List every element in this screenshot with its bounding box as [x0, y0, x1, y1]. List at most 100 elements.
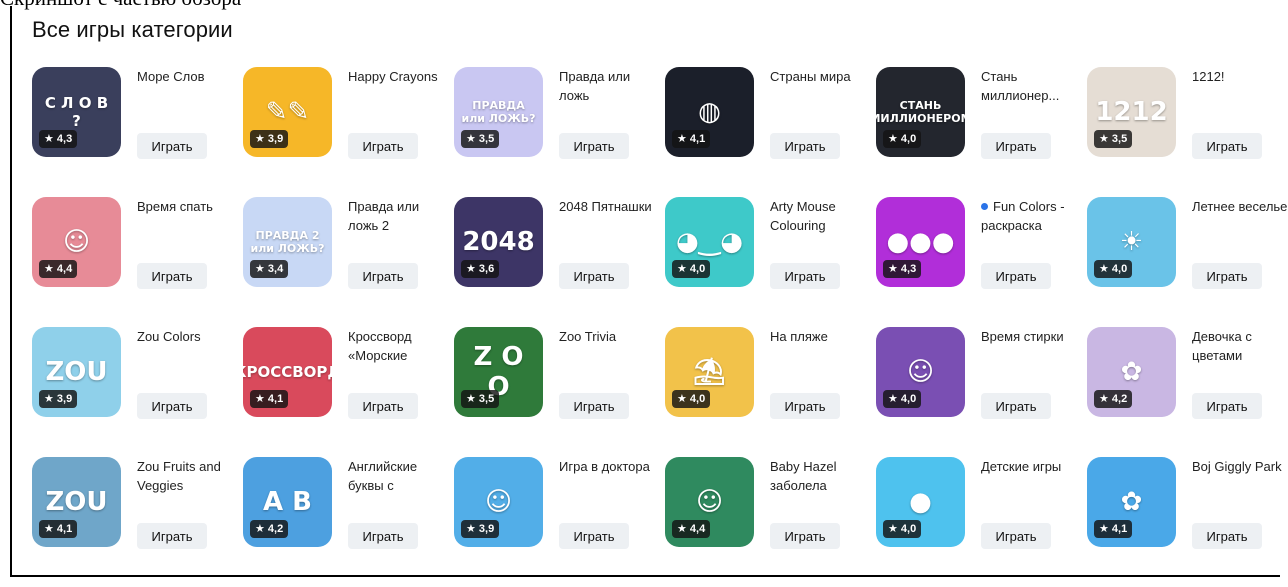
flower-girl-icon[interactable]: ✿ ★ 4,2 — [1087, 327, 1176, 417]
game-title[interactable]: Кроссворд «Морские — [348, 327, 444, 365]
game-title[interactable]: Правда или ложь 2 — [348, 197, 444, 235]
zebra-icon[interactable]: ZOU ★ 4,1 — [32, 457, 121, 547]
play-button[interactable]: Играть — [348, 523, 418, 549]
world-flags-icon[interactable]: ◍ ★ 4,1 — [665, 67, 754, 157]
game-card[interactable]: A B ★ 4,2 Английские буквы с Играть — [243, 457, 454, 587]
word-circle-icon[interactable]: С Л О В ? ★ 4,3 — [32, 67, 121, 157]
play-button[interactable]: Играть — [348, 393, 418, 419]
game-title[interactable]: Happy Crayons — [348, 67, 444, 86]
game-title[interactable]: Boj Giggly Park — [1192, 457, 1288, 476]
game-title-text: Время стирки — [981, 329, 1064, 344]
game-card[interactable]: ☺ ★ 4,0 Время стирки Играть — [876, 327, 1087, 457]
laundry-girl-icon[interactable]: ☺ ★ 4,0 — [876, 327, 965, 417]
play-button[interactable]: Играть — [770, 263, 840, 289]
game-title[interactable]: Английские буквы с — [348, 457, 444, 495]
summer-girl-icon[interactable]: ☀ ★ 4,0 — [1087, 197, 1176, 287]
game-title[interactable]: Zou Colors — [137, 327, 233, 346]
game-title[interactable]: Arty Mouse Colouring — [770, 197, 866, 235]
game-card[interactable]: ZOU ★ 4,1 Zou Fruits and Veggies Играть — [32, 457, 243, 587]
baby-sleep-icon[interactable]: ☺ ★ 4,4 — [32, 197, 121, 287]
number-blocks-icon[interactable]: 1212 ★ 3,5 — [1087, 67, 1176, 157]
game-card[interactable]: КРОССВОРД★ 4,1 Кроссворд «Морские Играть — [243, 327, 454, 457]
play-button[interactable]: Играть — [559, 523, 629, 549]
play-button[interactable]: Играть — [137, 393, 207, 419]
play-button[interactable]: Играть — [981, 263, 1051, 289]
doctor-girl-icon[interactable]: ☺ ★ 3,9 — [454, 457, 543, 547]
game-title[interactable]: Fun Colors - раскраска — [981, 197, 1077, 235]
play-button[interactable]: Играть — [137, 133, 207, 159]
game-title[interactable]: Zou Fruits and Veggies — [137, 457, 233, 495]
balloon-icon[interactable]: ● ★ 4,0 — [876, 457, 965, 547]
game-card[interactable]: 2048 ★ 3,6 2048 Пятнашки Играть — [454, 197, 665, 327]
game-card[interactable]: С Л О В ? ★ 4,3 Море Слов Играть — [32, 67, 243, 197]
play-button[interactable]: Играть — [1192, 263, 1262, 289]
crab-icon[interactable]: КРОССВОРД★ 4,1 — [243, 327, 332, 417]
game-card[interactable]: ●●● ★ 4,3 Fun Colors - раскраска Играть — [876, 197, 1087, 327]
game-title[interactable]: Правда или ложь — [559, 67, 655, 105]
game-card[interactable]: ☀ ★ 4,0 Летнее веселье Играть — [1087, 197, 1288, 327]
play-button[interactable]: Играть — [348, 133, 418, 159]
game-title[interactable]: Игра в доктора — [559, 457, 655, 476]
millionaire-icon[interactable]: СТАНЬ МИЛЛИОНЕРОМ★ 4,0 — [876, 67, 965, 157]
cat-letters-icon[interactable]: A B ★ 4,2 — [243, 457, 332, 547]
mouse-icon[interactable]: ◕‿◕ ★ 4,0 — [665, 197, 754, 287]
game-title[interactable]: Время стирки — [981, 327, 1077, 346]
game-title[interactable]: Страны мира — [770, 67, 866, 86]
game-title[interactable]: Детские игры — [981, 457, 1077, 476]
play-button[interactable]: Играть — [348, 263, 418, 289]
game-card[interactable]: ZOU ★ 3,9 Zou Colors Играть — [32, 327, 243, 457]
play-button[interactable]: Играть — [1192, 523, 1262, 549]
2048-tiles-icon[interactable]: 2048 ★ 3,6 — [454, 197, 543, 287]
crayons-icon[interactable]: ✎✎ ★ 3,9 — [243, 67, 332, 157]
game-title[interactable]: Стань миллионер... — [981, 67, 1077, 105]
game-card[interactable]: ПРАВДА или ЛОЖЬ? ★ 3,5 Правда или ложь Игра… — [454, 67, 665, 197]
sick-baby-icon[interactable]: ☺ ★ 4,4 — [665, 457, 754, 547]
rating-badge: ★ 4,0 — [672, 390, 711, 408]
game-title[interactable]: Zoo Trivia — [559, 327, 655, 346]
play-button[interactable]: Играть — [559, 263, 629, 289]
game-card[interactable]: ● ★ 4,0 Детские игры Играть — [876, 457, 1087, 587]
play-button[interactable]: Играть — [770, 393, 840, 419]
play-button[interactable]: Играть — [770, 133, 840, 159]
play-button[interactable]: Играть — [1192, 133, 1262, 159]
play-button[interactable]: Играть — [137, 263, 207, 289]
game-card[interactable]: Z O O ★ 3,5 Zoo Trivia Играть — [454, 327, 665, 457]
truth-or-lie-2-icon[interactable]: ПРАВДА 2 или ЛОЖЬ? ★ 3,4 — [243, 197, 332, 287]
play-button[interactable]: Играть — [137, 523, 207, 549]
play-button[interactable]: Играть — [981, 523, 1051, 549]
play-button[interactable]: Играть — [981, 393, 1051, 419]
game-card[interactable]: СТАНЬ МИЛЛИОНЕРОМ★ 4,0 Стань миллионер...… — [876, 67, 1087, 197]
game-card[interactable]: ✿ ★ 4,2 Девочка с цветами Играть — [1087, 327, 1288, 457]
section-title: Все игры категории — [32, 17, 233, 42]
game-title[interactable]: Море Слов — [137, 67, 233, 86]
game-title[interactable]: На пляже — [770, 327, 866, 346]
play-button[interactable]: Играть — [1192, 393, 1262, 419]
play-button[interactable]: Играть — [559, 133, 629, 159]
game-title[interactable]: Baby Hazel заболела — [770, 457, 866, 495]
bunny-icon[interactable]: ✿ ★ 4,1 — [1087, 457, 1176, 547]
game-card[interactable]: ПРАВДА 2 или ЛОЖЬ? ★ 3,4 Правда или ложь 2… — [243, 197, 454, 327]
game-card[interactable]: ✿ ★ 4,1 Boj Giggly Park Играть — [1087, 457, 1288, 587]
zebra-icon[interactable]: ZOU ★ 3,9 — [32, 327, 121, 417]
game-title[interactable]: Девочка с цветами — [1192, 327, 1288, 365]
zoo-letters-icon[interactable]: Z O O ★ 3,5 — [454, 327, 543, 417]
game-card[interactable]: ☺ ★ 3,9 Игра в доктора Играть — [454, 457, 665, 587]
game-title[interactable]: 1212! — [1192, 67, 1288, 86]
game-title[interactable]: Летнее веселье — [1192, 197, 1288, 216]
play-button[interactable]: Играть — [770, 523, 840, 549]
game-card[interactable]: ◕‿◕ ★ 4,0 Arty Mouse Colouring Играть — [665, 197, 876, 327]
game-title[interactable]: 2048 Пятнашки — [559, 197, 655, 216]
truth-or-lie-icon[interactable]: ПРАВДА или ЛОЖЬ? ★ 3,5 — [454, 67, 543, 157]
game-card[interactable]: ☺ ★ 4,4 Время спать Играть — [32, 197, 243, 327]
game-card[interactable]: ⛱ ★ 4,0 На пляже Играть — [665, 327, 876, 457]
game-card[interactable]: ◍ ★ 4,1 Страны мира Играть — [665, 67, 876, 197]
play-button[interactable]: Играть — [981, 133, 1051, 159]
beach-icon[interactable]: ⛱ ★ 4,0 — [665, 327, 754, 417]
game-card[interactable]: ✎✎ ★ 3,9 Happy Crayons Играть — [243, 67, 454, 197]
game-card[interactable]: ☺ ★ 4,4 Baby Hazel заболела Играть — [665, 457, 876, 587]
game-card[interactable]: 1212 ★ 3,5 1212! Играть — [1087, 67, 1288, 197]
game-title-text: Девочка с цветами — [1192, 329, 1252, 363]
game-title[interactable]: Время спать — [137, 197, 233, 216]
palette-icon[interactable]: ●●● ★ 4,3 — [876, 197, 965, 287]
play-button[interactable]: Играть — [559, 393, 629, 419]
